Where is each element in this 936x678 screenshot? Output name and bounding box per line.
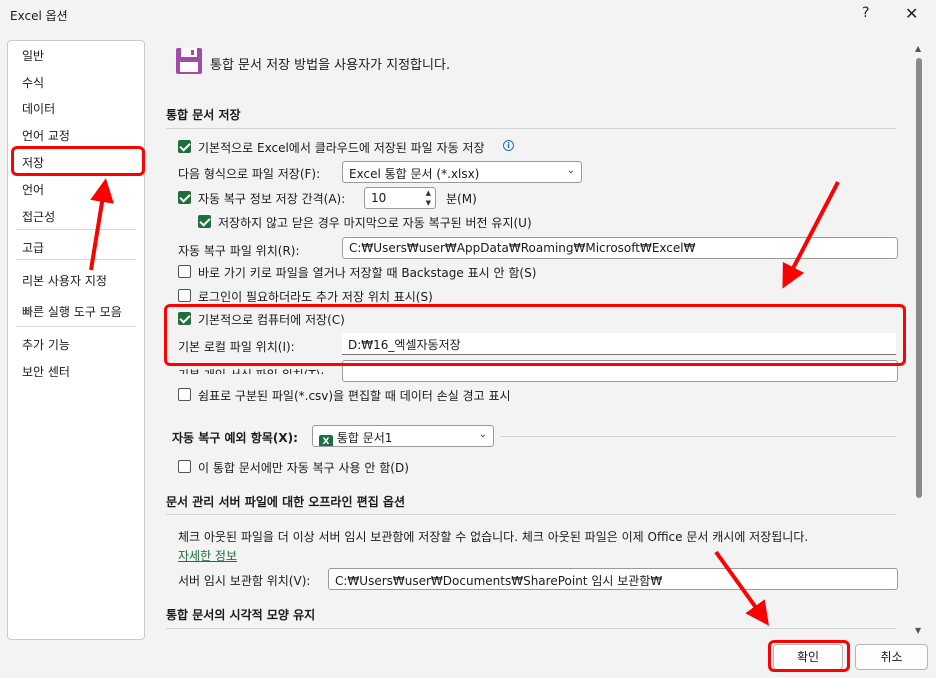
sidebar-item-general[interactable]: 일반 bbox=[22, 47, 44, 64]
sidebar-item-customize-ribbon[interactable]: 리본 사용자 지정 bbox=[22, 272, 107, 289]
minutes-label: 분(M) bbox=[446, 192, 477, 206]
keep-last-autorecover-label: 저장하지 않고 닫은 경우 마지막으로 자동 복구된 버전 유지(U) bbox=[218, 216, 532, 230]
autosave-cloud-label: 기본적으로 Excel에서 클라우드에 저장된 파일 자동 저장 bbox=[198, 141, 485, 155]
sidebar-item-language[interactable]: 언어 bbox=[22, 181, 44, 198]
more-info-link[interactable]: 자세한 정보 bbox=[178, 547, 237, 564]
annotation-highlight-ok bbox=[768, 640, 850, 672]
autosave-cloud-checkbox[interactable] bbox=[178, 140, 191, 153]
sidebar-item-data[interactable]: 데이터 bbox=[22, 100, 55, 117]
autorecover-location-value: C:₩Users₩user₩AppData₩Roaming₩Microsoft₩… bbox=[349, 241, 696, 255]
cancel-button[interactable]: 취소 bbox=[855, 644, 928, 670]
drafts-location-label: 서버 임시 보관함 위치(V): bbox=[178, 574, 311, 588]
spinner-icon[interactable]: ▲ ▼ bbox=[426, 188, 431, 208]
section-divider bbox=[166, 128, 896, 129]
annotation-highlight-sidebar-save bbox=[11, 146, 145, 176]
section-divider bbox=[166, 514, 896, 515]
page-description: 통합 문서 저장 방법을 사용자가 지정합니다. bbox=[210, 58, 451, 73]
autorecover-location-label: 자동 복구 파일 위치(R): bbox=[178, 244, 300, 258]
autorecover-label: 자동 복구 정보 저장 간격(A): bbox=[198, 192, 346, 206]
chevron-down-icon: ⌄ bbox=[566, 165, 575, 176]
keep-last-autorecover-checkbox[interactable] bbox=[198, 215, 211, 228]
scroll-up-icon[interactable]: ▲ bbox=[915, 44, 921, 53]
backstage-checkbox[interactable] bbox=[178, 265, 191, 278]
backstage-label: 바로 가기 키로 파일을 열거나 저장할 때 Backstage 표시 안 함(… bbox=[198, 266, 537, 280]
login-locations-label: 로그인이 필요하더라도 추가 저장 위치 표시(S) bbox=[198, 290, 433, 304]
help-icon[interactable]: ? bbox=[862, 5, 869, 21]
section-heading-visual: 통합 문서의 시각적 모양 유지 bbox=[166, 608, 316, 622]
login-locations-checkbox[interactable] bbox=[178, 289, 191, 302]
sidebar-divider bbox=[16, 259, 136, 260]
autorecover-minutes-input[interactable]: 10 ▲ ▼ bbox=[364, 187, 436, 209]
drafts-location-value: C:₩Users₩user₩Documents₩SharePoint 임시 보관… bbox=[335, 574, 663, 588]
section-divider bbox=[500, 436, 896, 437]
offline-description: 체크 아웃된 파일을 더 이상 서버 임시 보관함에 저장할 수 없습니다. 체… bbox=[178, 530, 809, 544]
autorecover-exceptions-value: 통합 문서1 bbox=[336, 431, 393, 445]
scrollbar-thumb[interactable] bbox=[916, 58, 922, 498]
close-icon[interactable]: ✕ bbox=[905, 4, 918, 23]
title-bar: Excel 옵션 ? ✕ bbox=[0, 0, 936, 32]
sidebar: 일반 수식 데이터 언어 교정 저장 언어 접근성 고급 리본 사용자 지정 빠… bbox=[7, 40, 145, 640]
section-heading-offline: 문서 관리 서버 파일에 대한 오프라인 편집 옵션 bbox=[166, 495, 406, 509]
window-title: Excel 옵션 bbox=[10, 9, 68, 23]
sidebar-item-formulas[interactable]: 수식 bbox=[22, 74, 44, 91]
sidebar-item-advanced[interactable]: 고급 bbox=[22, 239, 44, 256]
info-icon[interactable]: i bbox=[503, 140, 514, 151]
save-format-select[interactable]: Excel 통합 문서 (*.xlsx) ⌄ bbox=[342, 161, 582, 183]
section-divider bbox=[166, 628, 896, 629]
autorecover-location-input[interactable]: C:₩Users₩user₩AppData₩Roaming₩Microsoft₩… bbox=[342, 237, 898, 259]
excel-icon: X bbox=[319, 435, 333, 446]
scrollbar[interactable]: ▲ ▼ bbox=[912, 40, 928, 640]
disable-autorecover-checkbox[interactable] bbox=[178, 460, 191, 473]
autorecover-exceptions-label: 자동 복구 예외 항목(X): bbox=[172, 431, 298, 445]
disable-autorecover-label: 이 통합 문서에만 자동 복구 사용 안 함(D) bbox=[198, 461, 409, 475]
chevron-down-icon: ⌄ bbox=[478, 429, 487, 440]
sidebar-item-accessibility[interactable]: 접근성 bbox=[22, 208, 55, 225]
autorecover-checkbox[interactable] bbox=[178, 191, 191, 204]
sidebar-divider bbox=[16, 326, 136, 327]
sidebar-item-addins[interactable]: 추가 기능 bbox=[22, 336, 70, 353]
sidebar-item-quick-access[interactable]: 빠른 실행 도구 모음 bbox=[22, 303, 122, 320]
autorecover-exceptions-select[interactable]: X 통합 문서1 ⌄ bbox=[312, 425, 494, 447]
csv-warning-checkbox[interactable] bbox=[178, 388, 191, 401]
personal-template-label: 기본 개인 서식 파일 위치(T): bbox=[178, 366, 324, 374]
drafts-location-input[interactable]: C:₩Users₩user₩Documents₩SharePoint 임시 보관… bbox=[328, 568, 898, 590]
save-icon bbox=[176, 48, 202, 74]
autorecover-minutes-value: 10 bbox=[371, 191, 387, 205]
csv-warning-label: 쉼표로 구분된 파일(*.csv)을 편집할 때 데이터 손실 경고 표시 bbox=[198, 389, 511, 403]
section-heading-save: 통합 문서 저장 bbox=[166, 108, 241, 122]
save-format-label: 다음 형식으로 파일 저장(F): bbox=[178, 167, 321, 181]
save-format-value: Excel 통합 문서 (*.xlsx) bbox=[349, 167, 480, 181]
sidebar-divider bbox=[16, 229, 136, 230]
sidebar-item-trust-center[interactable]: 보안 센터 bbox=[22, 363, 70, 380]
sidebar-item-proofing[interactable]: 언어 교정 bbox=[22, 127, 70, 144]
annotation-highlight-save-options bbox=[164, 304, 906, 366]
scroll-down-icon[interactable]: ▼ bbox=[915, 626, 921, 635]
